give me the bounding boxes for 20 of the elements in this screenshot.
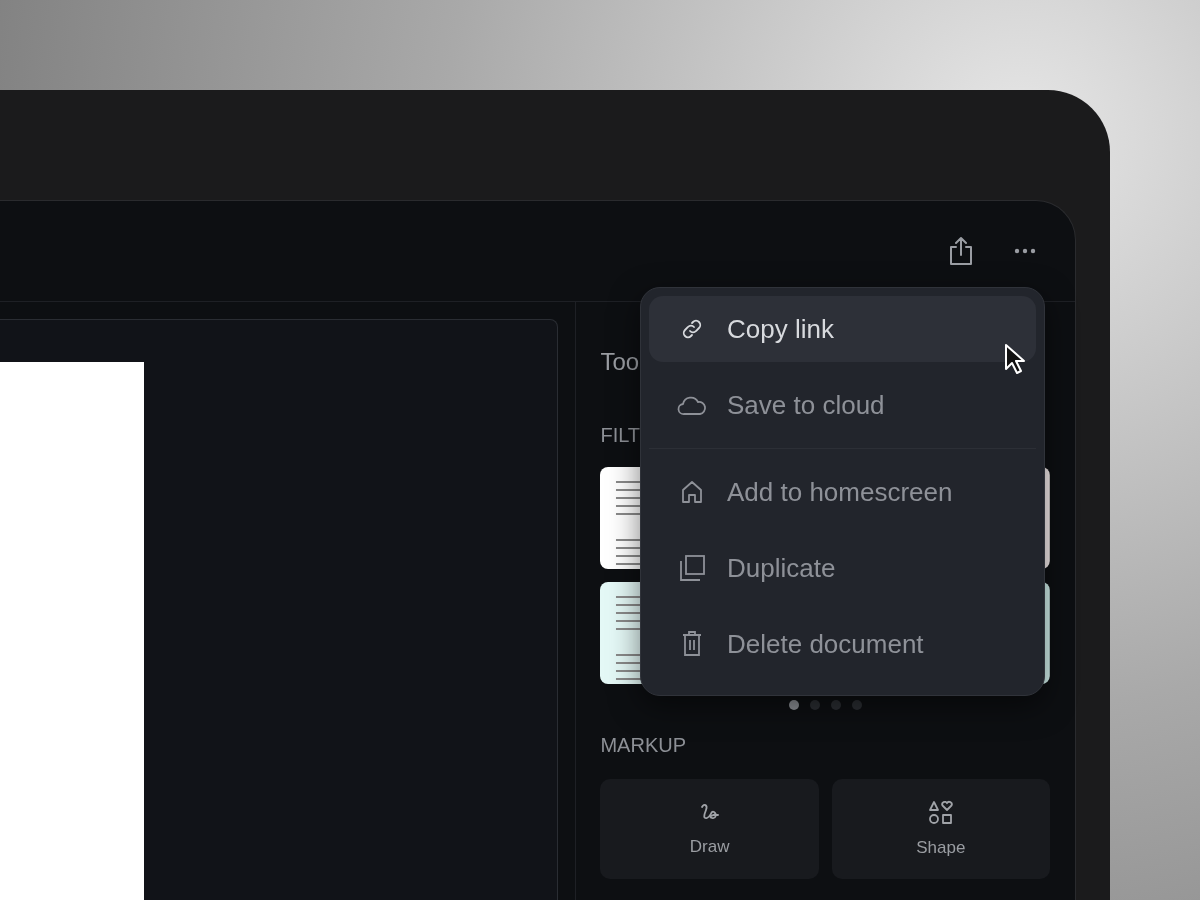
menu-item[interactable]: Delete document — [649, 611, 1036, 677]
cloud-icon — [677, 394, 707, 416]
share-icon[interactable] — [948, 236, 974, 266]
menu-item[interactable]: Add to homescreen — [649, 459, 1036, 525]
menu-item[interactable]: Save to cloud — [649, 372, 1036, 438]
page-dot[interactable] — [809, 700, 820, 710]
menu-item[interactable]: Duplicate — [649, 535, 1036, 601]
shapes-icon — [927, 800, 954, 826]
page-dot[interactable] — [851, 700, 862, 710]
draw-tool-button[interactable]: Draw — [600, 779, 819, 879]
section-heading: MARKUP — [600, 734, 687, 757]
sidebar-title: Too — [600, 348, 640, 376]
page-dot[interactable] — [830, 700, 841, 710]
page-dot[interactable] — [788, 700, 799, 710]
menu-item[interactable]: Copy link — [649, 296, 1036, 362]
more-icon[interactable] — [1014, 248, 1036, 254]
cursor-icon — [1004, 343, 1026, 375]
duplicate-icon — [677, 554, 707, 582]
section-heading: FILT — [600, 424, 641, 447]
shape-tool-button[interactable]: Shape — [831, 779, 1050, 879]
